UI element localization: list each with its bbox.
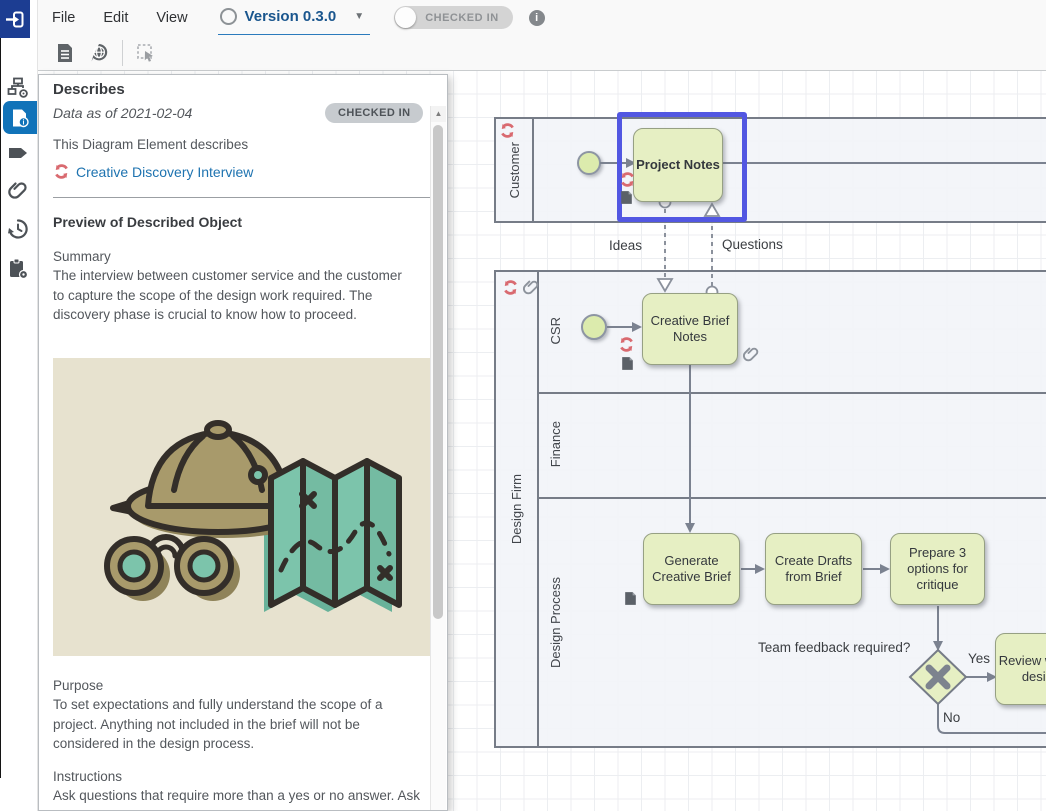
marquee-select-icon [136,43,156,63]
lane-csr: CSR [537,270,573,392]
version-circle-icon [220,8,237,25]
paperclip-icon[interactable] [7,180,29,202]
app-logo[interactable] [0,0,30,38]
describes-icon [499,122,516,139]
checked-in-toggle[interactable]: CHECKED IN [394,6,512,29]
menu-file[interactable]: File [38,10,89,26]
divider [53,197,435,198]
toolbar [30,35,1046,71]
diagram-settings-icon[interactable] [7,77,29,99]
menu-edit[interactable]: Edit [89,10,142,26]
export-arrow-icon [5,9,26,30]
marquee-select-button[interactable] [129,39,163,67]
describes-icon [618,336,635,353]
pool-design-firm-label: Design Firm [509,474,524,544]
describes-icon [619,171,636,188]
document-badge-icon [622,590,639,607]
paperclip-icon [743,346,760,363]
selection-box [617,112,747,222]
explorer-illustration [53,358,433,656]
globe-icon [89,43,109,63]
document-tool-button[interactable] [48,39,82,67]
pool-customer[interactable]: Customer [494,117,1046,223]
task-creative-brief-notes[interactable]: Creative Brief Notes [642,293,738,365]
menubar: File Edit View Version 0.3.0 ▼ CHECKED I… [30,0,1046,36]
history-icon[interactable] [7,218,29,240]
instructions-text: Ask questions that require more than a y… [53,786,425,811]
status-badge: CHECKED IN [325,103,423,123]
describes-intro: This Diagram Element describes [53,135,248,155]
toggle-knob [395,7,416,28]
flow-label-no: No [943,710,960,725]
purpose-label: Purpose [53,676,103,696]
version-selector[interactable]: Version 0.3.0 ▼ [218,0,371,36]
info-icon[interactable]: i [529,10,545,26]
scrollbar-up-arrow[interactable]: ▲ [431,106,446,122]
describes-panel: Describes Data as of 2021-02-04 CHECKED … [38,74,448,811]
instructions-label: Instructions [53,767,122,787]
clipboard-settings-icon[interactable] [7,258,29,280]
version-label: Version 0.3.0 [245,8,337,25]
start-event-csr[interactable] [581,314,607,340]
flow-label-questions: Questions [722,237,783,252]
pool-design-firm[interactable]: Design Firm [494,270,1046,748]
describes-icon [502,279,519,296]
describes-icon [53,163,70,180]
document-badge-icon [619,355,636,372]
lane-divider-csr-finance [537,392,1046,394]
document-info-icon: i [10,108,30,128]
document-badge-icon [618,189,635,206]
pool-design-firm-header: Design Firm [496,272,539,746]
purpose-text: To set expectations and fully understand… [53,695,425,754]
scrollbar-thumb[interactable] [433,125,443,619]
sidebar-item-describes-active[interactable]: i [3,101,37,134]
toolbar-separator [122,40,123,66]
lane-finance: Finance [537,392,573,497]
task-create-drafts[interactable]: Create Drafts from Brief [765,533,862,605]
panel-scrollbar[interactable]: ▲ [430,106,446,810]
panel-title: Describes [53,81,125,98]
tag-icon[interactable] [7,142,29,164]
pool-customer-label: Customer [507,142,522,198]
svg-text:i: i [23,119,25,126]
gateway-question-label: Team feedback required? [758,640,910,655]
summary-text: The interview between customer service a… [53,266,415,325]
paperclip-icon [523,279,540,296]
start-event-customer[interactable] [577,151,601,175]
preview-heading: Preview of Described Object [53,214,242,230]
menu-view[interactable]: View [142,10,201,26]
lane-divider-finance-design [537,497,1046,499]
app-window: Customer Design Firm CSR Finance Design … [0,0,1046,811]
flow-label-yes: Yes [968,651,990,666]
data-as-of-label: Data as of 2021-02-04 [53,105,192,121]
left-icon-rail: i [0,0,38,811]
task-generate-creative-brief[interactable]: Generate Creative Brief [643,533,740,605]
preview-image [53,358,433,656]
flow-label-ideas: Ideas [609,238,642,253]
task-prepare-options[interactable]: Prepare 3 options for critique [890,533,985,605]
described-object-link[interactable]: Creative Discovery Interview [76,164,253,180]
task-review-designers[interactable]: Review with other designers [995,633,1046,705]
document-icon [56,43,74,63]
globe-comment-button[interactable] [82,39,116,67]
lane-design-process: Design Process [537,497,573,748]
checked-in-toggle-label: CHECKED IN [425,12,498,24]
chevron-down-icon: ▼ [354,11,364,22]
summary-label: Summary [53,247,111,267]
